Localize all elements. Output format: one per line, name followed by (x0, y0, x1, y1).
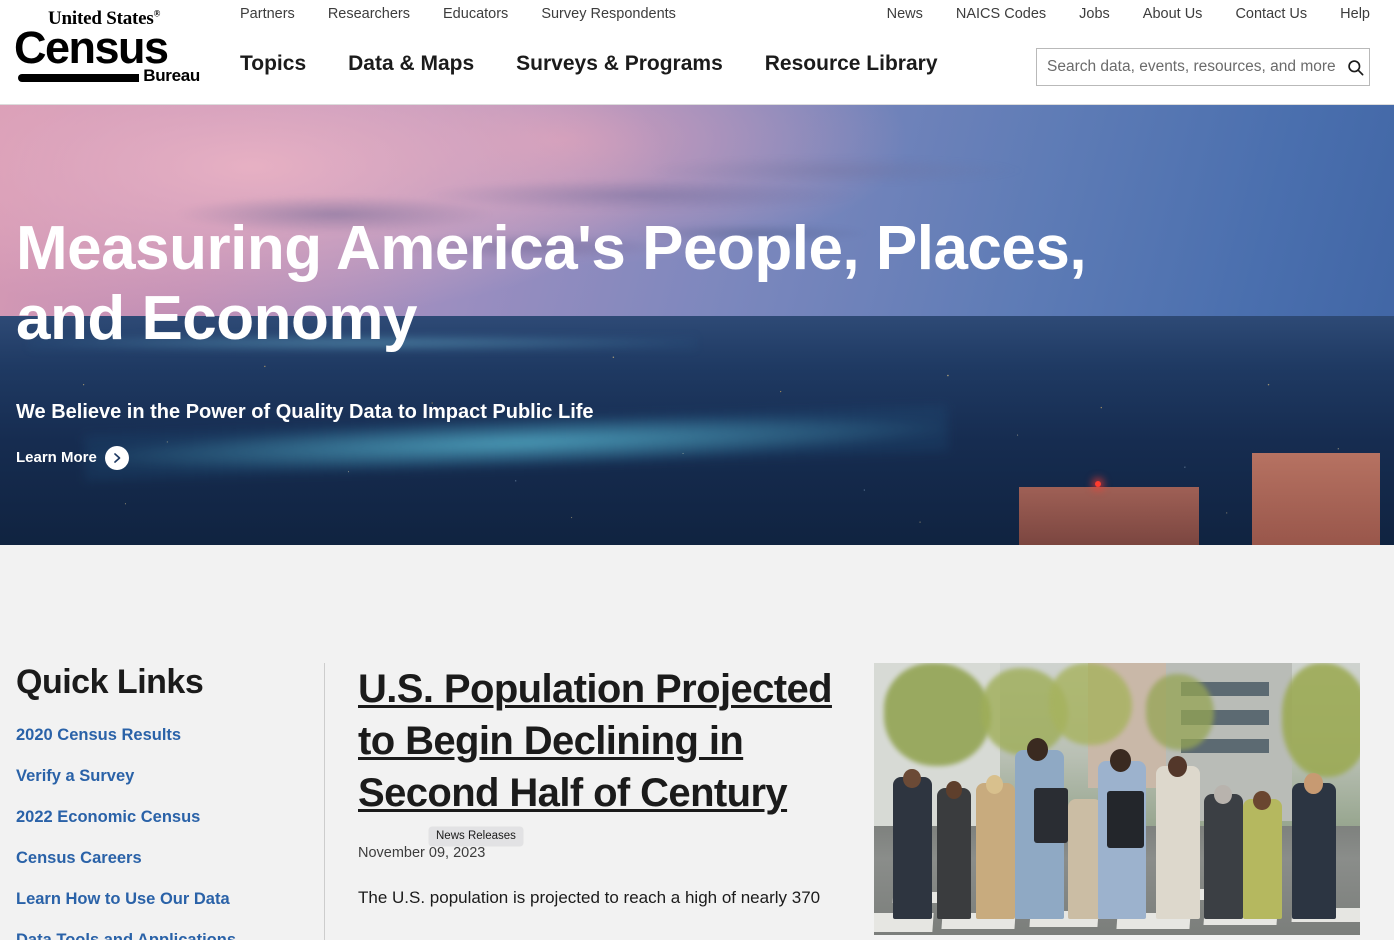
utility-nav-help[interactable]: Help (1340, 6, 1370, 22)
hero-title: Measuring America's People, Places, and … (16, 214, 1087, 353)
quick-link-census-careers[interactable]: Census Careers (16, 849, 324, 868)
photo-pedestrian-head (1304, 773, 1323, 794)
photo-pedestrian (937, 788, 972, 919)
utility-nav-researchers[interactable]: Researchers (328, 6, 410, 22)
utility-nav-left: Partners Researchers Educators Survey Re… (240, 6, 676, 22)
chevron-right-icon (104, 445, 129, 470)
photo-pedestrian (1243, 799, 1283, 919)
featured-article-body: The U.S. population is projected to reac… (358, 888, 821, 907)
quick-link-data-tools-and-applications[interactable]: Data Tools and Applications (16, 931, 324, 940)
main-nav: Topics Data & Maps Surveys & Programs Re… (240, 52, 938, 76)
photo-backpack (1107, 790, 1144, 848)
photo-pedestrian (1204, 793, 1244, 919)
utility-nav-news[interactable]: News (887, 6, 923, 22)
quick-link-verify-a-survey[interactable]: Verify a Survey (16, 767, 324, 786)
photo-backpack (1034, 788, 1069, 843)
photo-pedestrian-head (903, 769, 921, 789)
photo-pedestrian (1291, 782, 1336, 919)
quick-links-panel: Quick Links 2020 Census Results Verify a… (16, 663, 324, 940)
quick-link-learn-how-to-use-our-data[interactable]: Learn How to Use Our Data (16, 890, 324, 909)
featured-article: U.S. Population Projected to Begin Decli… (358, 663, 858, 940)
search-icon[interactable] (1341, 58, 1369, 77)
content-columns: Quick Links 2020 Census Results Verify a… (0, 663, 1394, 940)
photo-pedestrian-head (1253, 790, 1271, 810)
photo-pedestrian-head (1109, 748, 1132, 772)
site-header: United States® Census Bureau Partners Re… (0, 0, 1394, 105)
search-box[interactable] (1036, 48, 1370, 86)
featured-article-title[interactable]: U.S. Population Projected to Begin Decli… (358, 667, 833, 815)
photo-tree-5 (1282, 663, 1360, 778)
photo-pedestrian (976, 782, 1015, 919)
logo-census-text: Census (14, 22, 169, 73)
main-nav-resource-library[interactable]: Resource Library (765, 52, 938, 76)
utility-nav-right: News NAICS Codes Jobs About Us Contact U… (887, 6, 1370, 22)
search-input[interactable] (1037, 58, 1341, 76)
crowd-crossing-street-photo[interactable] (874, 663, 1360, 935)
quick-link-2020-census-results[interactable]: 2020 Census Results (16, 726, 324, 745)
photo-tree-1 (883, 663, 991, 767)
utility-nav-about-us[interactable]: About Us (1143, 6, 1203, 22)
hero-subtitle: We Believe in the Power of Quality Data … (16, 400, 594, 423)
main-content: Quick Links 2020 Census Results Verify a… (0, 545, 1394, 940)
photo-pedestrian-head (1214, 785, 1232, 805)
utility-nav-partners[interactable]: Partners (240, 6, 295, 22)
photo-pedestrian (893, 777, 933, 919)
hero-banner: Measuring America's People, Places, and … (0, 105, 1394, 545)
column-divider (324, 663, 325, 940)
featured-article-date: November 09, 2023 (358, 845, 486, 861)
utility-nav-contact-us[interactable]: Contact Us (1235, 6, 1307, 22)
hero-content: Measuring America's People, Places, and … (16, 105, 1176, 545)
photo-tree-4 (1146, 673, 1215, 751)
quick-link-2022-economic-census[interactable]: 2022 Economic Census (16, 808, 324, 827)
census-bureau-logo[interactable]: United States® Census Bureau (14, 8, 200, 86)
photo-tree-3 (1048, 663, 1132, 745)
utility-nav-naics-codes[interactable]: NAICS Codes (956, 6, 1046, 22)
photo-pedestrian (1155, 766, 1200, 919)
news-releases-tooltip: News Releases (429, 827, 523, 846)
quick-links-title: Quick Links (16, 663, 204, 701)
main-nav-surveys-and-programs[interactable]: Surveys & Programs (516, 52, 723, 76)
utility-nav-jobs[interactable]: Jobs (1079, 6, 1110, 22)
hero-building-primary (1252, 453, 1381, 545)
utility-nav-educators[interactable]: Educators (443, 6, 508, 22)
utility-nav-survey-respondents[interactable]: Survey Respondents (541, 6, 676, 22)
learn-more-button[interactable]: Learn More (16, 445, 129, 470)
learn-more-label: Learn More (16, 449, 97, 467)
main-nav-topics[interactable]: Topics (240, 52, 306, 76)
logo-bureau-text: Bureau (139, 66, 200, 86)
main-nav-data-and-maps[interactable]: Data & Maps (348, 52, 474, 76)
logo-registered-mark: ® (153, 8, 161, 19)
quick-links-list: 2020 Census Results Verify a Survey 2022… (16, 726, 324, 940)
photo-pedestrian-head (985, 774, 1004, 794)
